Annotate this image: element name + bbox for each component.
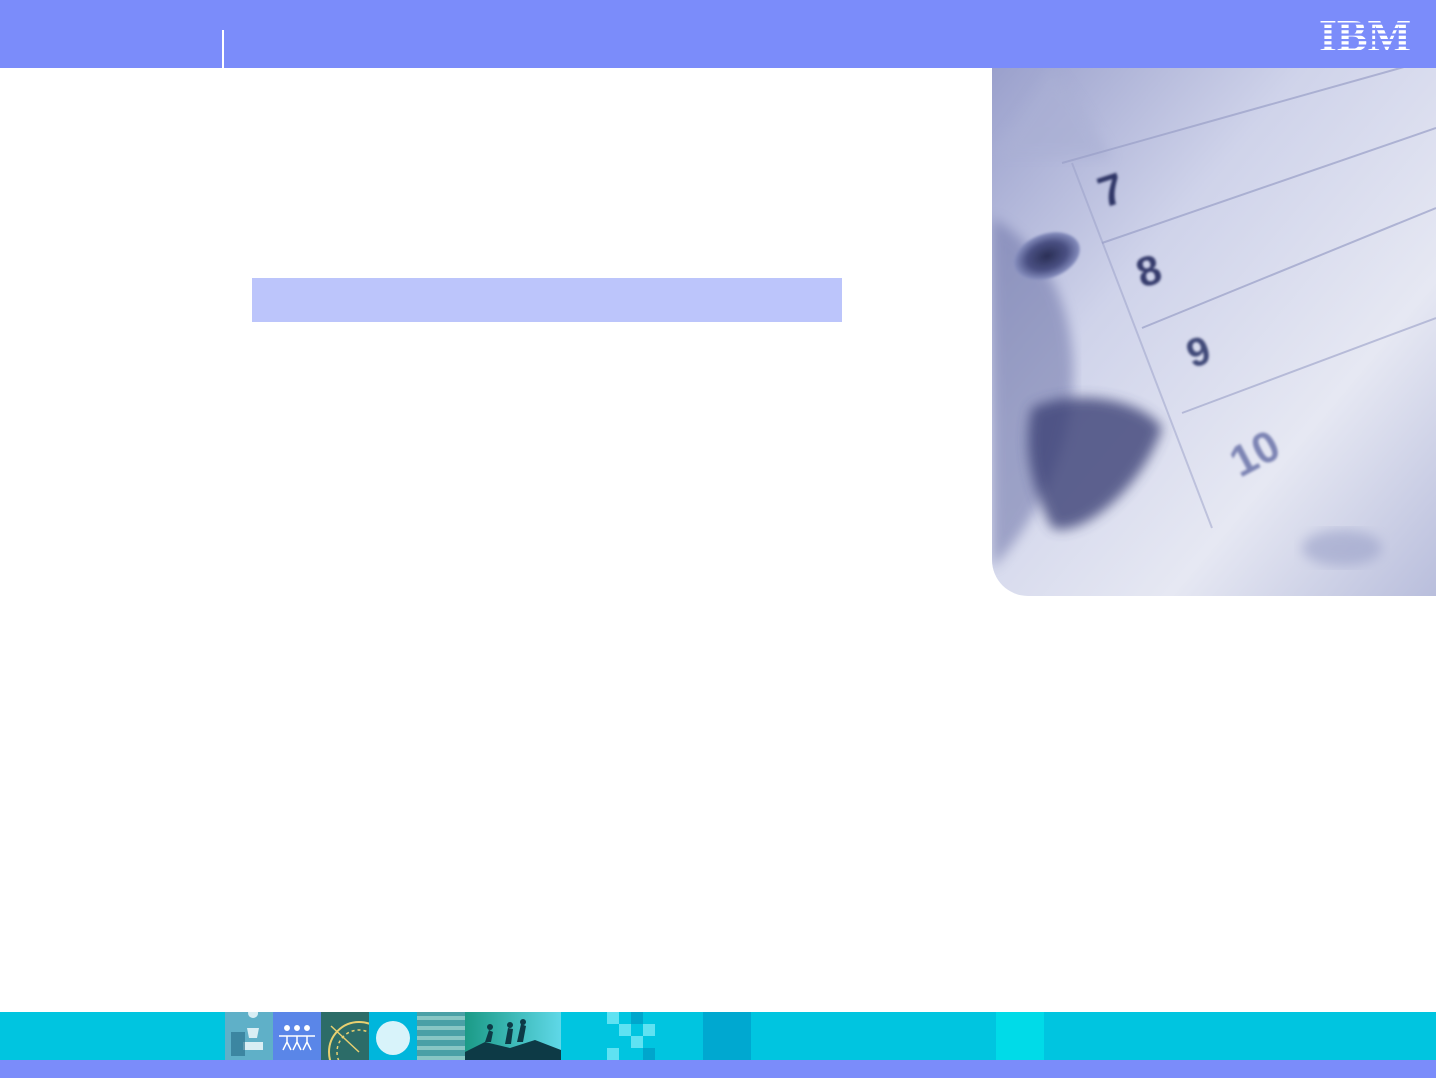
footer-image-strip bbox=[0, 1008, 1436, 1078]
sphere-tile bbox=[369, 1012, 417, 1060]
header-divider bbox=[222, 30, 224, 68]
title-placeholder[interactable] bbox=[252, 278, 842, 322]
ibm-logo: IBM bbox=[1319, 13, 1411, 55]
pixel-blocks-tile bbox=[607, 1012, 655, 1060]
dark-block-tile bbox=[703, 1012, 751, 1060]
people-icons-tile bbox=[273, 1012, 321, 1060]
stripes-tile bbox=[417, 1012, 465, 1060]
chess-piece-tile bbox=[225, 1008, 273, 1060]
calendar-photo: 7 8 9 10 bbox=[992, 68, 1436, 596]
hikers-silhouette-tile bbox=[465, 1012, 561, 1060]
clock-gear-tile bbox=[321, 1012, 390, 1078]
ibm-logo-text: IBM bbox=[1319, 13, 1411, 55]
light-block-tile bbox=[996, 1012, 1044, 1060]
footer-bar bbox=[0, 1060, 1436, 1078]
header-bar: IBM bbox=[0, 0, 1436, 68]
